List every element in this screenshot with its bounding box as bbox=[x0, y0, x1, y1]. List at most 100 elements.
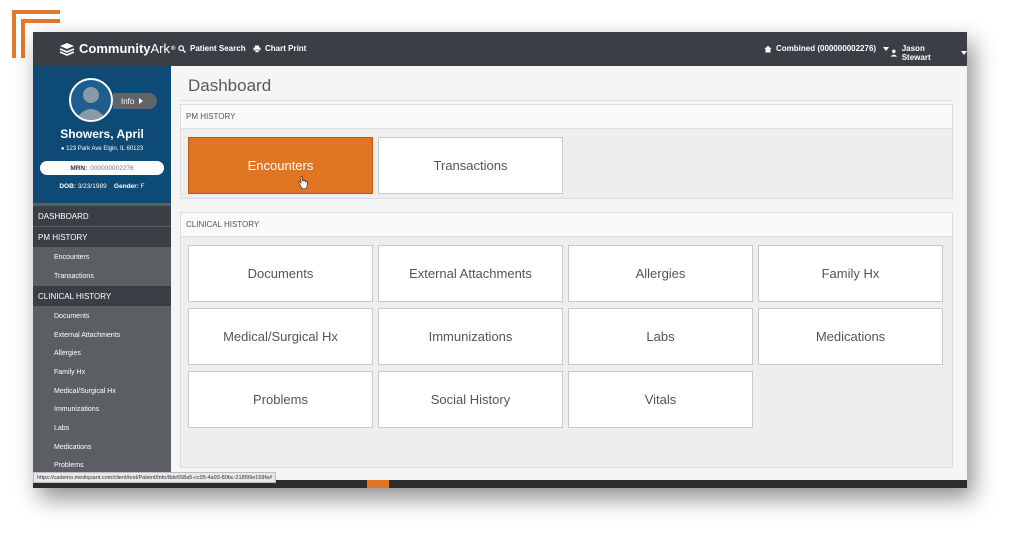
sidebar-item-label: Encounters bbox=[54, 253, 90, 261]
mrn-value: 000000002276 bbox=[90, 164, 134, 172]
logo-text-suffix: Ark bbox=[150, 41, 171, 56]
location-label: Combined (000000002276) bbox=[776, 44, 877, 53]
sidebar-item-label: Transactions bbox=[54, 272, 94, 280]
chart-print-link[interactable]: Chart Print bbox=[253, 44, 306, 53]
mrn-field: MRN: 000000002276 bbox=[40, 161, 164, 175]
tile-encounters[interactable]: Encounters bbox=[188, 137, 373, 194]
page-title: Dashboard bbox=[188, 76, 272, 95]
status-bar-url: https://cademo.mediquant.com/client/test… bbox=[33, 472, 277, 483]
sidebar-section-clinical-history[interactable]: CLINICAL HISTORY bbox=[33, 286, 171, 306]
patient-name: Showers, April bbox=[60, 127, 144, 141]
user-name: Jason Stewart bbox=[901, 44, 931, 62]
tile-immunizations[interactable]: Immunizations bbox=[378, 308, 563, 365]
search-icon bbox=[178, 44, 186, 53]
sidebar-item-label: Allergies bbox=[54, 349, 81, 357]
patient-search-label: Patient Search bbox=[190, 44, 246, 53]
tile-medical-surgical-hx[interactable]: Medical/Surgical Hx bbox=[188, 308, 373, 365]
user-menu[interactable]: Jason Stewart bbox=[890, 44, 967, 62]
gender-value: F bbox=[140, 183, 145, 190]
tile-external-attachments[interactable]: External Attachments bbox=[378, 245, 563, 302]
sidebar-item-label: External Attachments bbox=[54, 331, 121, 339]
tile-vitals[interactable]: Vitals bbox=[568, 371, 753, 428]
tile-label: Labs bbox=[646, 329, 675, 344]
chevron-down-icon bbox=[961, 51, 967, 55]
tile-labs[interactable]: Labs bbox=[568, 308, 753, 365]
sidebar-item-labs[interactable]: Labs bbox=[33, 419, 171, 437]
communityark-logo[interactable]: Community Ark ® bbox=[59, 41, 175, 56]
tile-label: Encounters bbox=[247, 158, 314, 173]
patient-card: Info Showers, April ● 123 Park Ave Elgin… bbox=[33, 66, 171, 203]
sidebar-item-immunizations[interactable]: Immunizations bbox=[33, 400, 171, 418]
map-marker-icon: ● bbox=[60, 146, 65, 152]
tile-label: Family Hx bbox=[821, 266, 880, 281]
patient-address: ● 123 Park Ave Elgin, IL 60123 bbox=[33, 146, 171, 152]
sidebar-item-allergies[interactable]: Allergies bbox=[33, 344, 171, 362]
user-icon bbox=[890, 49, 897, 57]
caret-right-icon bbox=[139, 98, 144, 104]
hand-cursor-icon bbox=[298, 176, 308, 189]
sidebar-item-family-hx[interactable]: Family Hx bbox=[33, 363, 171, 381]
avatar bbox=[69, 78, 113, 122]
sidebar: Info Showers, April ● 123 Park Ave Elgin… bbox=[33, 66, 171, 488]
dob-value: 3/23/1989 bbox=[77, 183, 107, 190]
sidebar-item-label: Documents bbox=[54, 312, 90, 320]
patient-address-text: 123 Park Ave Elgin, IL 60123 bbox=[66, 146, 144, 152]
print-icon bbox=[253, 45, 261, 53]
patient-demographics: DOB: 3/23/1989 Gender: F bbox=[33, 183, 171, 190]
sidebar-item-label: Labs bbox=[54, 424, 70, 432]
logo-registered: ® bbox=[171, 45, 176, 52]
chart-print-label: Chart Print bbox=[265, 44, 307, 53]
sidebar-item-label: DASHBOARD bbox=[38, 211, 89, 221]
tile-label: Medications bbox=[815, 329, 886, 344]
sidebar-item-transactions[interactable]: Transactions bbox=[33, 267, 171, 285]
tile-label: External Attachments bbox=[409, 266, 532, 281]
main-content: Dashboard PM HISTORY Encounters Transact… bbox=[171, 66, 967, 488]
app-window: Community Ark ® Patient Search Chart Print… bbox=[33, 32, 967, 488]
info-button-label: Info bbox=[121, 96, 135, 106]
home-icon bbox=[764, 45, 772, 52]
clinical-history-panel: CLINICAL HISTORY Documents External Atta… bbox=[180, 212, 953, 468]
user-silhouette-icon bbox=[75, 87, 107, 120]
tile-medications[interactable]: Medications bbox=[758, 308, 943, 365]
tile-label: Problems bbox=[253, 392, 308, 407]
tile-label: Medical/Surgical Hx bbox=[223, 329, 338, 344]
sidebar-item-documents[interactable]: Documents bbox=[33, 307, 171, 325]
sidebar-item-label: Immunizations bbox=[54, 405, 100, 413]
dob-label: DOB: bbox=[59, 183, 76, 190]
sidebar-item-label: Medical/Surgical Hx bbox=[54, 387, 116, 395]
patient-search-link[interactable]: Patient Search bbox=[178, 44, 246, 53]
tile-allergies[interactable]: Allergies bbox=[568, 245, 753, 302]
tile-label: Social History bbox=[430, 392, 511, 407]
tile-social-history[interactable]: Social History bbox=[378, 371, 563, 428]
tile-label: Immunizations bbox=[428, 329, 513, 344]
mrn-label: MRN: bbox=[70, 164, 88, 172]
sidebar-item-label: CLINICAL HISTORY bbox=[38, 291, 112, 301]
sidebar-item-medical-surgical-hx[interactable]: Medical/Surgical Hx bbox=[33, 382, 171, 400]
sidebar-item-label: PM HISTORY bbox=[38, 232, 88, 242]
top-navbar: Community Ark ® Patient Search Chart Print… bbox=[33, 32, 967, 66]
sidebar-item-label: Family Hx bbox=[54, 368, 86, 376]
sidebar-item-external-attachments[interactable]: External Attachments bbox=[33, 326, 171, 344]
info-button[interactable]: Info bbox=[113, 93, 157, 109]
sidebar-item-encounters[interactable]: Encounters bbox=[33, 248, 171, 266]
tile-family-hx[interactable]: Family Hx bbox=[758, 245, 943, 302]
tile-transactions[interactable]: Transactions bbox=[378, 137, 563, 194]
tile-label: Vitals bbox=[644, 392, 677, 407]
chevron-down-icon bbox=[883, 46, 890, 51]
gender-label: Gender: bbox=[113, 183, 139, 190]
tile-problems[interactable]: Problems bbox=[188, 371, 373, 428]
sidebar-item-label: Medications bbox=[54, 443, 92, 451]
sidebar-item-medications[interactable]: Medications bbox=[33, 438, 171, 456]
sidebar-section-pm-history[interactable]: PM HISTORY bbox=[33, 227, 171, 247]
taskbar-app-highlight[interactable] bbox=[367, 480, 389, 488]
tile-documents[interactable]: Documents bbox=[188, 245, 373, 302]
tile-label: Documents bbox=[247, 266, 314, 281]
title-divider bbox=[180, 100, 953, 101]
tile-label: Allergies bbox=[635, 266, 686, 281]
panel-heading: CLINICAL HISTORY bbox=[181, 213, 952, 237]
location-dropdown[interactable]: Combined (000000002276) bbox=[764, 44, 890, 53]
pm-history-panel: PM HISTORY Encounters Transactions bbox=[180, 104, 953, 199]
sidebar-item-dashboard[interactable]: DASHBOARD bbox=[33, 206, 171, 226]
stack-icon bbox=[59, 42, 75, 56]
panel-heading: PM HISTORY bbox=[181, 105, 952, 129]
